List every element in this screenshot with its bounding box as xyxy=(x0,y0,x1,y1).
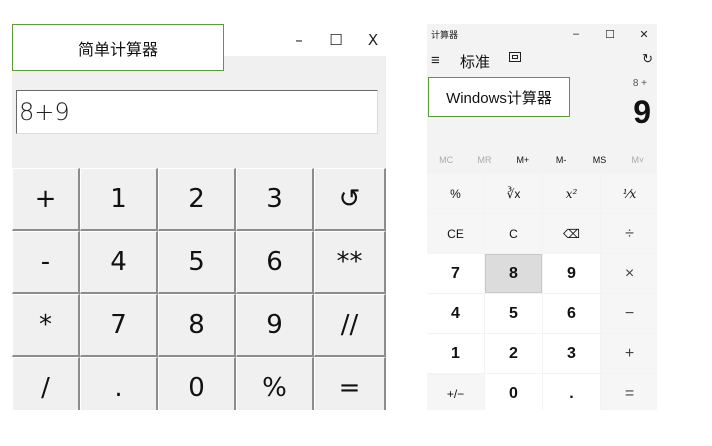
memory-recall-button[interactable]: MR xyxy=(465,150,503,170)
negate-button[interactable]: +/− xyxy=(427,374,484,410)
clear-entry-button[interactable]: CE xyxy=(427,214,484,253)
memory-subtract-button[interactable]: M- xyxy=(542,150,580,170)
win-maximize-button[interactable]: ☐ xyxy=(597,26,623,42)
key-4[interactable]: 4 xyxy=(80,231,158,294)
memory-clear-button[interactable]: MC xyxy=(427,150,465,170)
add-button[interactable]: + xyxy=(601,334,657,373)
memory-list-button[interactable]: M˅ xyxy=(619,150,657,170)
divide-button[interactable]: ÷ xyxy=(601,214,657,253)
result-display: 9 xyxy=(633,94,651,130)
digit-4-button[interactable]: 4 xyxy=(427,294,484,333)
key-power[interactable]: ** xyxy=(314,231,386,294)
multiply-button[interactable]: × xyxy=(601,254,657,293)
key-3[interactable]: 3 xyxy=(236,168,314,231)
key-decimal[interactable]: . xyxy=(80,357,158,410)
key-2[interactable]: 2 xyxy=(158,168,236,231)
win-minimize-button[interactable]: – xyxy=(563,26,589,42)
digit-8-button[interactable]: 8 xyxy=(485,254,542,293)
key-percent[interactable]: % xyxy=(236,357,314,410)
windows-calculator-label: Windows计算器 xyxy=(428,77,570,117)
key-8[interactable]: 8 xyxy=(158,294,236,357)
expression-input[interactable] xyxy=(17,91,377,133)
close-button[interactable]: X xyxy=(358,28,386,52)
key-divide[interactable]: / xyxy=(12,357,80,410)
windows-keypad: % ∛x x² ⅟x CE C ⌫ ÷ 7 8 9 × 4 5 6 − 1 2 … xyxy=(427,174,657,410)
reciprocal-button[interactable]: ⅟x xyxy=(601,174,657,213)
digit-3-button[interactable]: 3 xyxy=(543,334,600,373)
key-plus[interactable]: + xyxy=(12,168,80,231)
key-floor-divide[interactable]: // xyxy=(314,294,386,357)
memory-add-button[interactable]: M+ xyxy=(504,150,542,170)
digit-6-button[interactable]: 6 xyxy=(543,294,600,333)
keep-on-top-icon[interactable] xyxy=(509,52,521,62)
digit-7-button[interactable]: 7 xyxy=(427,254,484,293)
history-icon[interactable]: ↻ xyxy=(642,51,653,67)
simple-display xyxy=(16,90,378,134)
subtract-button[interactable]: − xyxy=(601,294,657,333)
simple-keypad: + 1 2 3 ↺ - 4 5 6 ** * 7 8 9 // / . 0 % … xyxy=(12,168,386,410)
key-9[interactable]: 9 xyxy=(236,294,314,357)
simple-title: 简单计算器 xyxy=(12,24,224,71)
window-title: 计算器 xyxy=(431,30,459,40)
digit-9-button[interactable]: 9 xyxy=(543,254,600,293)
digit-0-button[interactable]: 0 xyxy=(485,374,542,410)
equals-button[interactable]: = xyxy=(601,374,657,410)
key-6[interactable]: 6 xyxy=(236,231,314,294)
expression-display: 8 + xyxy=(632,78,647,89)
cube-root-button[interactable]: ∛x xyxy=(485,174,542,213)
win-close-button[interactable]: ✕ xyxy=(631,26,657,42)
key-reset[interactable]: ↺ xyxy=(314,168,386,231)
key-1[interactable]: 1 xyxy=(80,168,158,231)
square-button[interactable]: x² xyxy=(543,174,600,213)
key-5[interactable]: 5 xyxy=(158,231,236,294)
mode-title: 标准 xyxy=(460,54,491,71)
clear-button[interactable]: C xyxy=(485,214,542,253)
memory-store-button[interactable]: MS xyxy=(580,150,618,170)
key-0[interactable]: 0 xyxy=(158,357,236,410)
key-multiply[interactable]: * xyxy=(12,294,80,357)
key-7[interactable]: 7 xyxy=(80,294,158,357)
key-minus[interactable]: - xyxy=(12,231,80,294)
percent-button[interactable]: % xyxy=(427,174,484,213)
memory-row: MC MR M+ M- MS M˅ xyxy=(427,150,657,170)
menu-icon[interactable]: ≡ xyxy=(431,52,440,69)
digit-5-button[interactable]: 5 xyxy=(485,294,542,333)
decimal-button[interactable]: . xyxy=(543,374,600,410)
digit-2-button[interactable]: 2 xyxy=(485,334,542,373)
windows-calculator-window: 计算器 – ☐ ✕ ≡ 标准 ↻ Windows计算器 8 + 9 MC MR … xyxy=(427,24,657,410)
maximize-button[interactable]: ☐ xyxy=(321,28,351,52)
key-equals[interactable]: = xyxy=(314,357,386,410)
digit-1-button[interactable]: 1 xyxy=(427,334,484,373)
minimize-button[interactable]: – xyxy=(284,28,314,52)
simple-calculator-window: 简单计算器 – ☐ X + 1 2 3 ↺ - 4 5 6 ** * 7 8 9… xyxy=(12,24,386,410)
backspace-icon[interactable]: ⌫ xyxy=(543,214,600,253)
